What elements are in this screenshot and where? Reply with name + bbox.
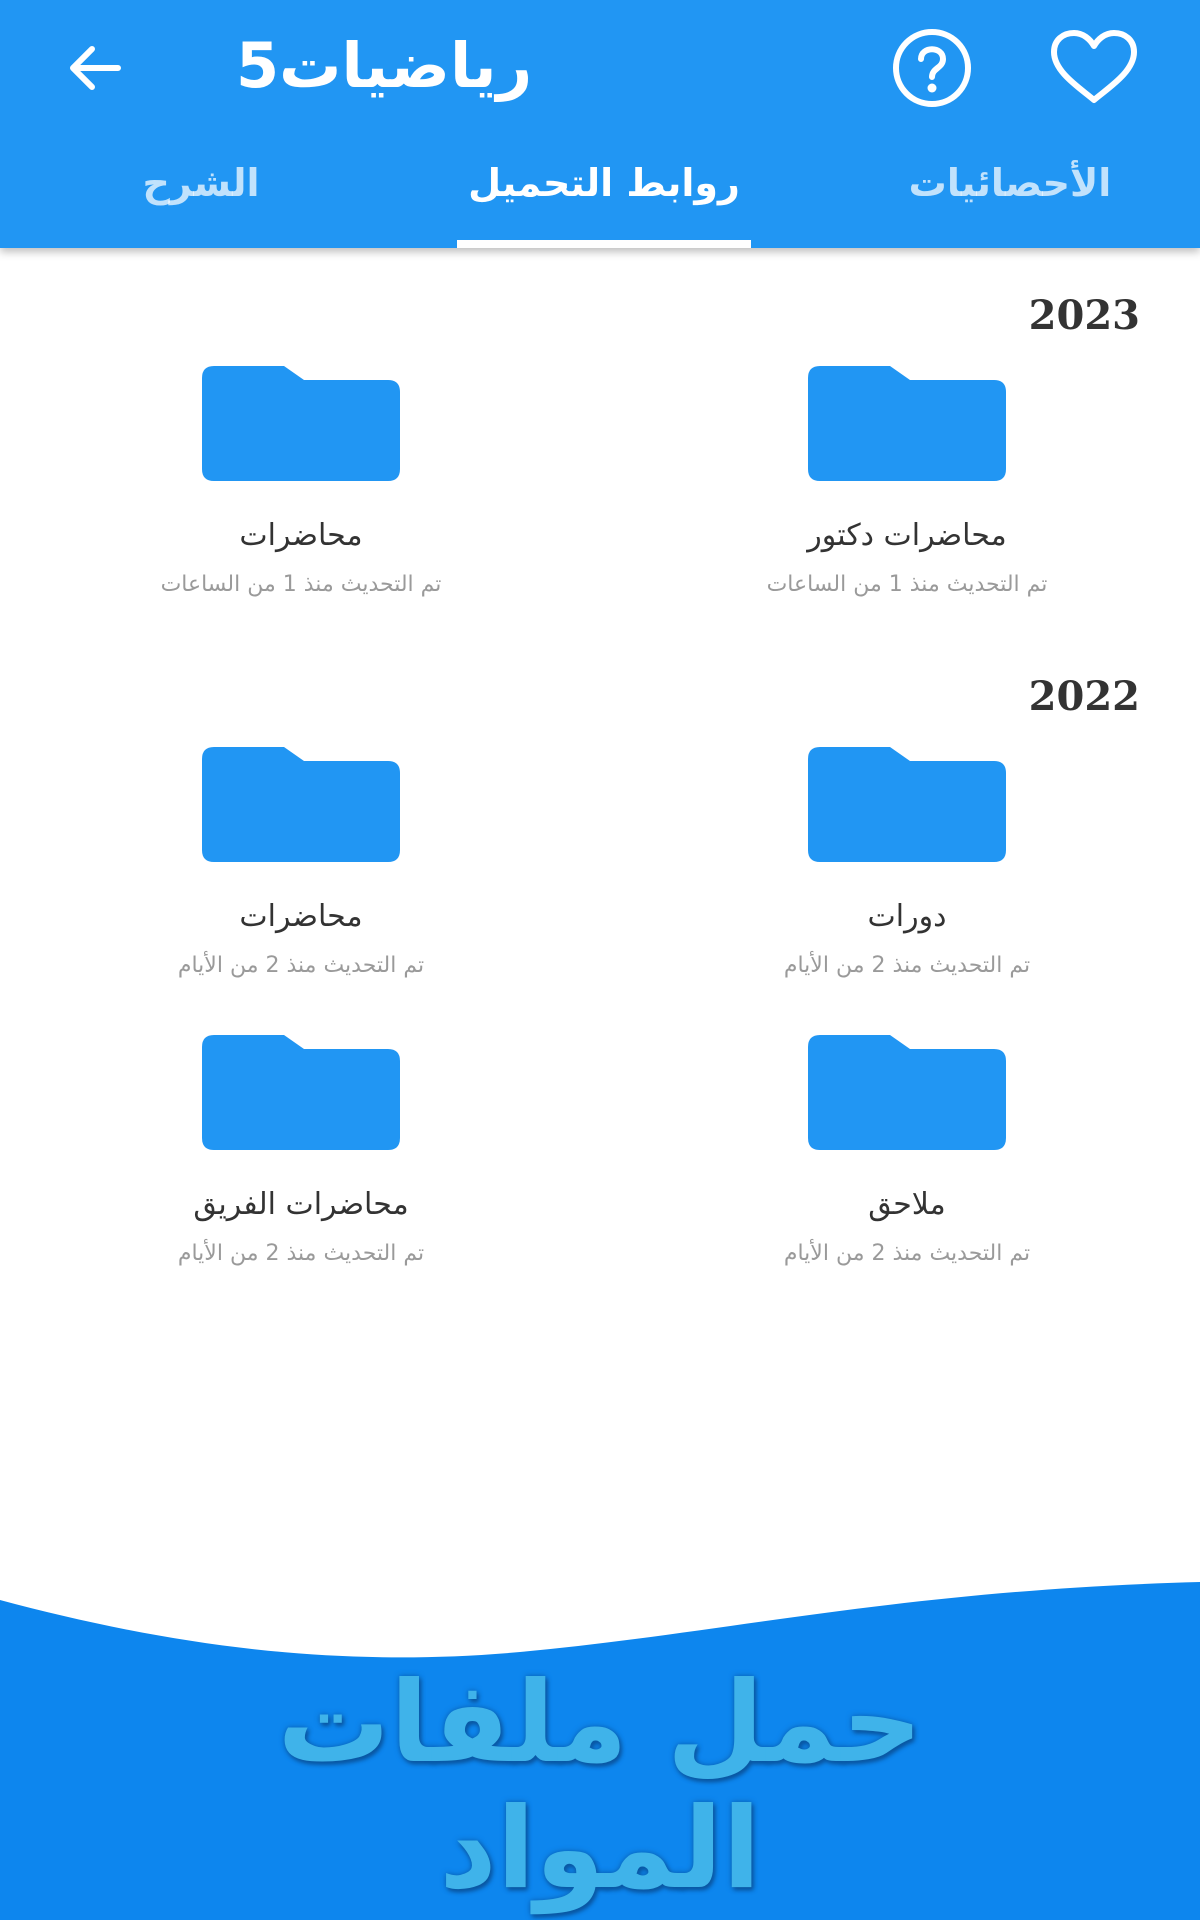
folder-name: محاضرات: [239, 518, 363, 553]
promo-line-2: المواد: [439, 1784, 761, 1914]
folder-icon: [808, 747, 1006, 862]
folder-updated-text: تم التحديث منذ 1 من الساعات: [766, 572, 1048, 597]
tab-label: روابط التحميل: [468, 161, 740, 205]
active-tab-indicator: [457, 240, 751, 248]
folder-item[interactable]: محاضرات تم التحديث منذ 1 من الساعات: [81, 366, 521, 626]
promo-line-1: حمل ملفات: [277, 1658, 923, 1788]
section-year: 2022: [1028, 673, 1140, 720]
tab-download-links[interactable]: روابط التحميل: [447, 148, 761, 248]
folder-updated-text: تم التحديث منذ 1 من الساعات: [160, 572, 442, 597]
page-title: رياضيات5: [236, 29, 533, 102]
folder-icon: [808, 1035, 1006, 1150]
tab-explanation[interactable]: الشرح: [96, 148, 306, 248]
promo-banner-text: حمل ملفات المواد: [0, 1660, 1200, 1912]
folder-item[interactable]: دورات تم التحديث منذ 2 من الأيام: [687, 747, 1127, 1007]
folder-icon: [202, 747, 400, 862]
folder-name: ملاحق: [868, 1187, 946, 1222]
tab-label: الأحصائيات: [908, 161, 1112, 205]
folder-icon: [808, 366, 1006, 481]
folder-icon: [202, 366, 400, 481]
folder-name: محاضرات دكتور: [807, 518, 1007, 553]
section-year: 2023: [1028, 292, 1140, 339]
folder-updated-text: تم التحديث منذ 2 من الأيام: [783, 953, 1031, 978]
folder-updated-text: تم التحديث منذ 2 من الأيام: [177, 953, 425, 978]
heart-outline-icon: [1051, 30, 1137, 103]
app-bar: رياضيات5 الشرح روابط التحميل الأحصائيات: [0, 0, 1200, 248]
folder-updated-text: تم التحديث منذ 2 من الأيام: [783, 1241, 1031, 1266]
folder-item[interactable]: محاضرات تم التحديث منذ 2 من الأيام: [81, 747, 521, 1007]
help-button[interactable]: [886, 26, 978, 110]
tab-statistics[interactable]: الأحصائيات: [870, 148, 1150, 248]
folder-name: دورات: [867, 899, 947, 934]
folder-name: محاضرات: [239, 899, 363, 934]
tab-label: الشرح: [142, 161, 260, 205]
folder-item[interactable]: ملاحق تم التحديث منذ 2 من الأيام: [687, 1035, 1127, 1295]
help-circle-icon: [893, 29, 971, 107]
folder-updated-text: تم التحديث منذ 2 من الأيام: [177, 1241, 425, 1266]
back-button[interactable]: [56, 30, 132, 106]
folder-name: محاضرات الفريق: [193, 1187, 409, 1222]
favorite-button[interactable]: [1048, 26, 1140, 110]
folder-item[interactable]: محاضرات دكتور تم التحديث منذ 1 من الساعا…: [687, 366, 1127, 626]
arrow-left-icon: [70, 46, 121, 90]
folder-item[interactable]: محاضرات الفريق تم التحديث منذ 2 من الأيا…: [81, 1035, 521, 1295]
folder-icon: [202, 1035, 400, 1150]
